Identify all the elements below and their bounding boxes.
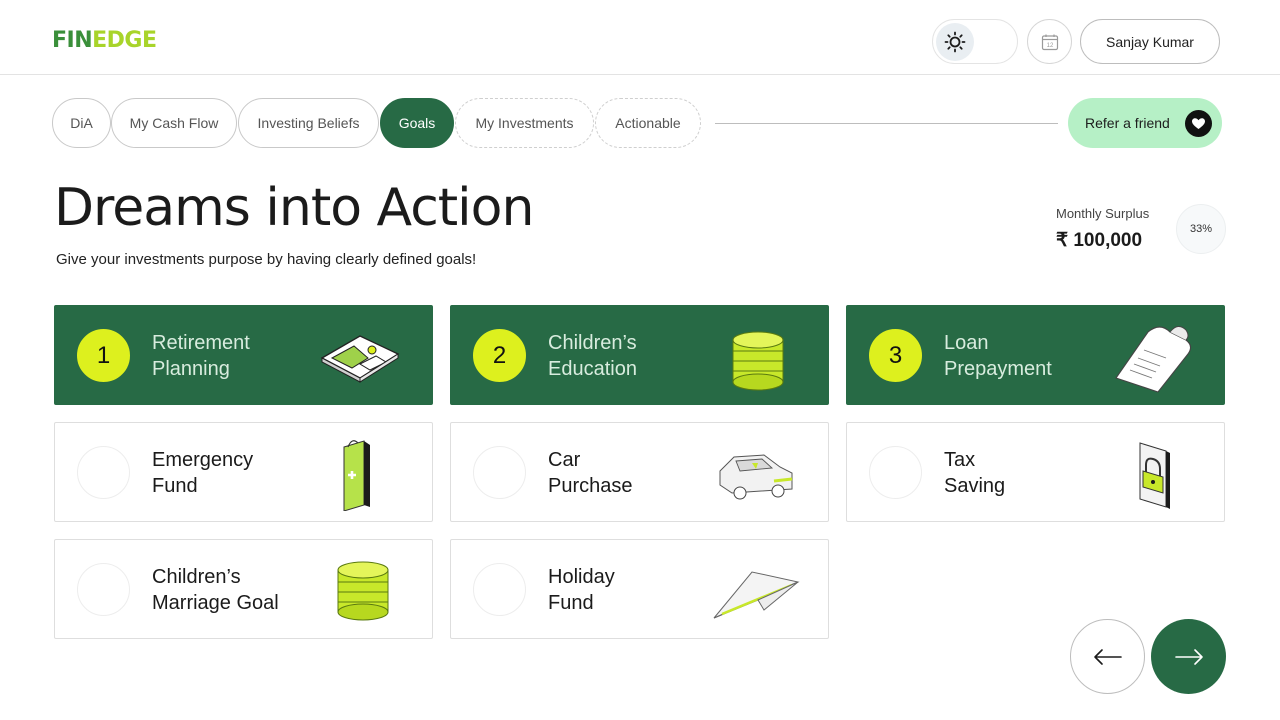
goal-label: Emergency Fund: [152, 449, 254, 497]
goal-label: Car Purchase: [548, 449, 633, 497]
calendar-icon: 12: [1041, 34, 1058, 50]
goal-rank-badge: [473, 446, 526, 499]
monthly-surplus-value: ₹ 100,000: [1056, 230, 1143, 251]
svg-text:12: 12: [1046, 43, 1053, 49]
page-title: Dreams into Action: [54, 178, 534, 238]
tab-investing-beliefs[interactable]: Investing Beliefs: [238, 98, 379, 148]
logo-text-part1: FIN: [52, 28, 93, 53]
goal-card-childrens-education[interactable]: 2 Children’s Education: [450, 305, 829, 405]
user-profile-button[interactable]: Sanjay Kumar: [1080, 19, 1220, 64]
arrow-right-icon: [1174, 648, 1203, 665]
first-aid-kit-icon: [343, 440, 370, 511]
goal-label: Children’s Marriage Goal: [152, 566, 279, 614]
goal-rank-badge: [473, 563, 526, 616]
goal-label: Children’s Education: [548, 332, 637, 380]
goal-card-car-purchase[interactable]: Car Purchase: [450, 422, 829, 522]
receipt-icon: [1115, 326, 1192, 393]
goal-card-retirement-planning[interactable]: 1 Retirement Planning: [54, 305, 433, 405]
car-icon: [719, 454, 793, 500]
goal-card-tax-saving[interactable]: Tax Saving: [846, 422, 1225, 522]
goal-rank-badge: [77, 446, 130, 499]
tab-actionable[interactable]: Actionable: [595, 98, 701, 148]
sun-icon: [936, 23, 974, 61]
calendar-button[interactable]: 12: [1027, 19, 1072, 64]
arrow-left-icon: [1093, 648, 1122, 665]
goal-card-emergency-fund[interactable]: Emergency Fund: [54, 422, 433, 522]
next-button[interactable]: [1151, 619, 1226, 694]
theme-toggle[interactable]: [932, 19, 1018, 64]
page-subtitle: Give your investments purpose by having …: [56, 251, 477, 268]
goal-rank-badge: [77, 563, 130, 616]
refer-label: Refer a friend: [1085, 115, 1170, 131]
goal-label: Retirement Planning: [152, 332, 250, 380]
monthly-surplus-label: Monthly Surplus: [1056, 206, 1150, 221]
heart-chat-icon: [1185, 110, 1212, 137]
goal-label: Loan Prepayment: [944, 332, 1052, 380]
goal-card-childrens-marriage-goal[interactable]: Children’s Marriage Goal: [54, 539, 433, 639]
map-icon: [320, 335, 400, 383]
lock-icon: [1139, 442, 1170, 509]
goal-card-holiday-fund[interactable]: Holiday Fund: [450, 539, 829, 639]
tab-goals[interactable]: Goals: [380, 98, 454, 148]
goal-rank-badge: [869, 446, 922, 499]
tab-my-investments[interactable]: My Investments: [455, 98, 594, 148]
tab-dia[interactable]: DiA: [52, 98, 111, 148]
tab-my-cash-flow[interactable]: My Cash Flow: [111, 98, 237, 148]
coins-icon: [337, 561, 389, 621]
top-header: FINEDGE 12 Sanjay Kumar: [0, 0, 1280, 75]
coins-icon: [732, 331, 784, 391]
surplus-percent-badge: 33%: [1176, 204, 1226, 254]
refer-a-friend-button[interactable]: Refer a friend: [1068, 98, 1222, 148]
goal-label: Tax Saving: [944, 449, 1006, 497]
logo-text-part2: EDGE: [92, 28, 157, 53]
goal-rank-badge: 3: [869, 329, 922, 382]
goal-label: Holiday Fund: [548, 566, 615, 614]
goal-rank-badge: 2: [473, 329, 526, 382]
tabs-divider: [715, 123, 1058, 124]
goal-card-loan-prepayment[interactable]: 3 Loan Prepayment: [846, 305, 1225, 405]
goal-rank-badge: 1: [77, 329, 130, 382]
finedge-logo[interactable]: FINEDGE: [52, 28, 157, 53]
paper-plane-icon: [713, 571, 800, 619]
previous-button[interactable]: [1070, 619, 1145, 694]
